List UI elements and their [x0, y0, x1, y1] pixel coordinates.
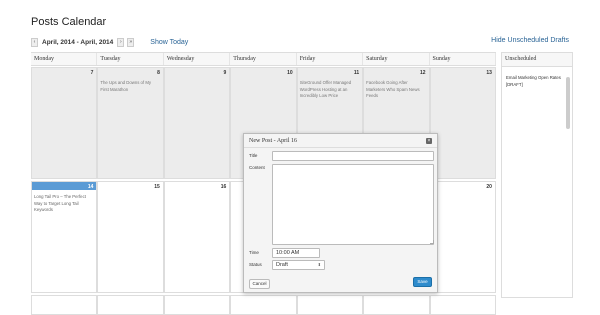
next-button[interactable]: ›: [117, 38, 125, 47]
calendar-day[interactable]: 20: [429, 181, 496, 293]
weekday-header: Sunday: [430, 53, 496, 65]
calendar-week: [31, 295, 496, 315]
post-link[interactable]: Long Tail Pro – The Perfect Way to Targe…: [34, 194, 93, 214]
title-label: Title: [249, 153, 258, 158]
content-textarea[interactable]: [272, 164, 434, 245]
today-highlight: [32, 182, 97, 190]
calendar-day[interactable]: 13: [429, 67, 496, 179]
prev-button[interactable]: ‹: [31, 38, 38, 47]
unscheduled-header: Unscheduled: [502, 53, 572, 67]
day-number: 15: [154, 184, 160, 190]
calendar-day[interactable]: [296, 295, 364, 315]
show-today-link[interactable]: Show Today: [150, 39, 188, 46]
content-label: Content: [249, 165, 265, 170]
day-number: 7: [90, 70, 94, 76]
weekday-header: Friday: [297, 53, 364, 65]
weekday-header: Wednesday: [164, 53, 231, 65]
time-input[interactable]: 10:00 AM: [272, 248, 320, 258]
dialog-title: New Post - April 16: [249, 138, 297, 144]
status-value: Draft: [276, 262, 288, 268]
day-number: 8: [157, 70, 160, 76]
calendar-day[interactable]: [230, 295, 297, 315]
calendar-day[interactable]: 7: [31, 67, 98, 179]
unscheduled-scrollbar[interactable]: [566, 77, 570, 129]
unscheduled-draft-item[interactable]: Email Marketing Open Rates [DRAFT]: [506, 75, 564, 88]
calendar-day[interactable]: [163, 295, 231, 315]
hide-unscheduled-drafts-link[interactable]: Hide Unscheduled Drafts: [491, 37, 569, 44]
close-icon[interactable]: ×: [426, 138, 432, 144]
weekday-header: Tuesday: [97, 53, 164, 65]
resize-handle[interactable]: [430, 240, 434, 244]
calendar-day[interactable]: 8 The Ups and Downs of My First Marathon: [97, 67, 164, 179]
calendar-day[interactable]: [97, 295, 164, 315]
day-number: 14: [87, 184, 94, 190]
title-input[interactable]: [272, 151, 434, 161]
day-number: 9: [223, 70, 227, 76]
date-navigation: ‹ April, 2014 - April, 2014 › » Show Tod…: [31, 37, 188, 48]
calendar-day[interactable]: 16: [163, 181, 231, 293]
day-number: 11: [353, 70, 360, 76]
post-link[interactable]: Facebook Going After Marketers Who Spam …: [366, 80, 425, 100]
day-number: 13: [486, 70, 492, 76]
date-range-label: April, 2014 - April, 2014: [42, 39, 114, 46]
post-link[interactable]: SiteGround Offer Managed WordPress Hosti…: [300, 80, 359, 100]
time-label: Time: [249, 250, 259, 255]
day-number: 20: [486, 184, 492, 190]
weekday-header: Saturday: [363, 53, 430, 65]
unscheduled-panel: Unscheduled Email Marketing Open Rates […: [501, 52, 573, 298]
select-arrow-icon: ⬍: [317, 262, 321, 267]
calendar-day[interactable]: [429, 295, 496, 315]
cancel-button[interactable]: Cancel: [249, 279, 270, 289]
calendar-day[interactable]: [31, 295, 98, 315]
post-link[interactable]: The Ups and Downs of My First Marathon: [100, 80, 159, 93]
new-post-dialog: New Post - April 16 × Title Content Time…: [243, 133, 438, 293]
status-label: Status: [249, 262, 262, 267]
day-number: 10: [287, 70, 293, 76]
weekday-header-row: Monday Tuesday Wednesday Thursday Friday…: [31, 52, 496, 66]
day-number: 16: [220, 184, 227, 190]
calendar-day[interactable]: 15: [97, 181, 164, 293]
calendar-day[interactable]: 9: [163, 67, 231, 179]
status-select[interactable]: Draft ⬍: [272, 260, 325, 270]
calendar-day-today[interactable]: 14 Long Tail Pro – The Perfect Way to Ta…: [31, 181, 98, 293]
fast-forward-button[interactable]: »: [127, 38, 135, 47]
dialog-divider: [244, 147, 437, 148]
weekday-header: Monday: [31, 53, 98, 65]
day-number: 12: [419, 70, 426, 76]
page-title: Posts Calendar: [31, 16, 107, 28]
calendar-day[interactable]: [363, 295, 430, 315]
weekday-header: Thursday: [230, 53, 297, 65]
save-button[interactable]: Save: [413, 277, 432, 287]
